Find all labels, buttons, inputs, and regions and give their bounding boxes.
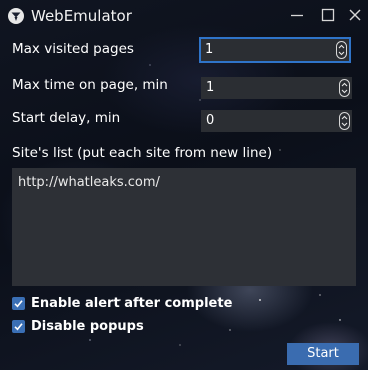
maximize-icon[interactable] <box>319 6 337 24</box>
close-icon[interactable] <box>346 6 364 24</box>
enable-alert-checkbox[interactable] <box>12 297 25 310</box>
title-bar[interactable]: WebEmulator <box>0 0 368 32</box>
disable-popups-label[interactable]: Disable popups <box>31 318 144 336</box>
up-down-arrows-icon[interactable] <box>341 114 348 128</box>
checkmark-icon <box>14 300 23 308</box>
max-pages-value[interactable]: 1 <box>205 41 213 59</box>
max-time-value[interactable]: 1 <box>206 79 214 97</box>
start-delay-spinbox[interactable]: 0 <box>201 110 352 132</box>
max-time-stepper[interactable] <box>339 79 350 97</box>
enable-alert-label[interactable]: Enable alert after complete <box>31 295 232 313</box>
start-delay-label: Start delay, min <box>12 110 121 126</box>
max-pages-label: Max visited pages <box>12 41 134 57</box>
max-time-spinbox[interactable]: 1 <box>201 77 352 99</box>
disable-popups-checkbox[interactable] <box>12 320 25 333</box>
sites-list-textarea[interactable]: http://whatleaks.com/ <box>12 168 356 286</box>
window-title: WebEmulator <box>31 7 132 25</box>
max-pages-stepper[interactable] <box>336 41 347 59</box>
minimize-icon[interactable] <box>288 6 306 24</box>
app-logo-icon <box>8 8 24 24</box>
max-pages-spinbox[interactable]: 1 <box>199 37 351 63</box>
max-time-label: Max time on page, min <box>12 77 168 93</box>
start-delay-value[interactable]: 0 <box>206 112 214 130</box>
checkmark-icon <box>14 323 23 331</box>
up-down-arrows-icon[interactable] <box>341 81 348 95</box>
start-delay-stepper[interactable] <box>339 112 350 130</box>
up-down-arrows-icon[interactable] <box>338 43 345 57</box>
sites-list-label: Site's list (put each site from new line… <box>12 145 273 161</box>
sites-list-value[interactable]: http://whatleaks.com/ <box>18 174 160 192</box>
start-button[interactable]: Start <box>287 343 359 365</box>
